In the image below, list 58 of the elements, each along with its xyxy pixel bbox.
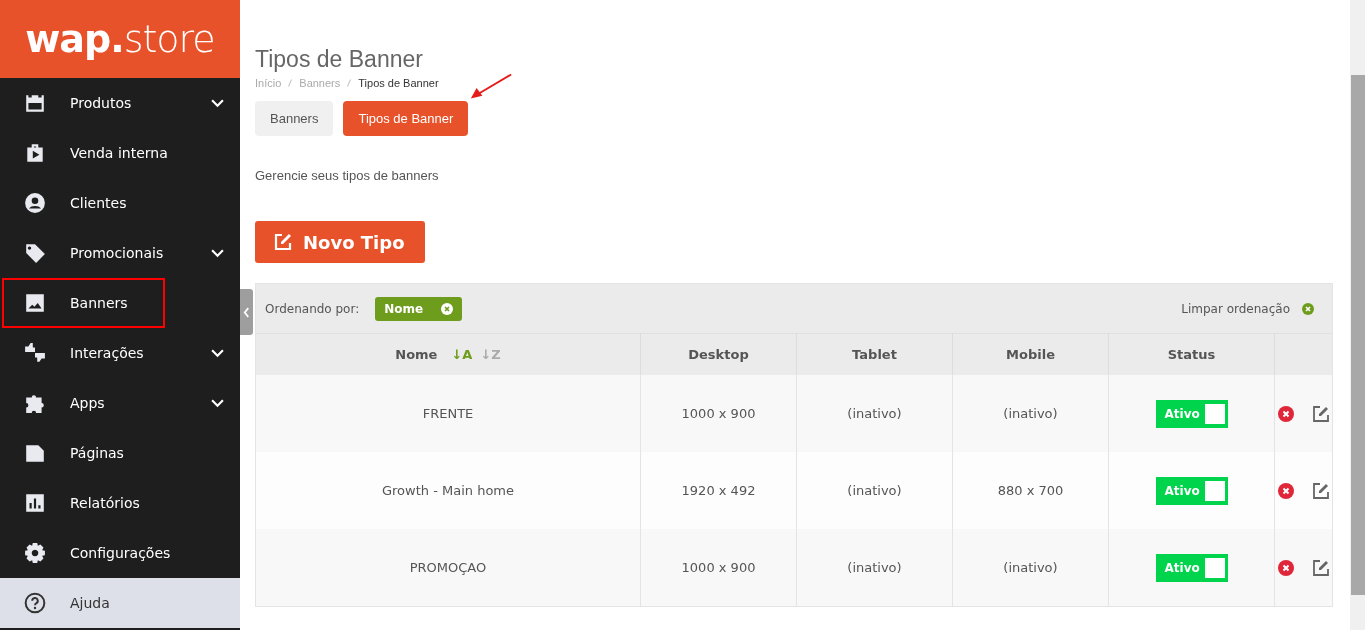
sidebar-item[interactable]: Promocionais [0, 228, 240, 278]
sort-label: Ordenando por: [265, 301, 360, 316]
clear-sort-link[interactable]: Limpar ordenação [1181, 301, 1290, 316]
sidebar-item[interactable]: Venda interna [0, 128, 240, 178]
chevron-down-icon [211, 248, 224, 258]
tab[interactable]: Tipos de Banner [343, 101, 469, 136]
edit-icon[interactable] [1311, 404, 1330, 423]
chevron-down-icon [211, 348, 224, 358]
user-icon [24, 192, 46, 214]
sidebar-item[interactable]: Páginas [0, 428, 240, 478]
table-cell: (inativo) [952, 529, 1109, 606]
table-cell: (inativo) [796, 529, 953, 606]
sidebar-item[interactable]: Clientes [0, 178, 240, 228]
sidebar-item[interactable]: Produtos [0, 78, 240, 128]
settings-icon [24, 542, 46, 564]
delete-icon[interactable] [1277, 405, 1294, 422]
column-header[interactable]: Tablet [796, 333, 953, 375]
column-header[interactable]: Mobile [952, 333, 1109, 375]
puzzle-icon [24, 392, 46, 414]
page-description: Gerencie seus tipos de banners [255, 168, 440, 183]
breadcrumb-separator [288, 79, 293, 87]
table-cell: 1000 x 900 [640, 529, 797, 606]
breadcrumb-current: Tipos de Banner [358, 77, 439, 89]
page-title: Tipos de Banner [255, 46, 424, 73]
collapse-handle[interactable] [240, 289, 253, 335]
sidebar-item[interactable]: Relatórios [0, 478, 240, 528]
page-icon [24, 442, 46, 464]
image-icon [24, 292, 46, 314]
close-icon[interactable] [1302, 302, 1314, 315]
scrollbar[interactable] [1350, 0, 1365, 630]
chevron-left-icon [243, 306, 250, 318]
edit-icon[interactable] [1311, 558, 1330, 577]
thumbs-icon [24, 342, 46, 364]
new-type-button[interactable]: Novo Tipo [255, 221, 425, 263]
box-icon [24, 92, 46, 114]
chevron-down-icon [211, 398, 224, 408]
chart-icon [24, 492, 46, 514]
delete-icon[interactable] [1277, 559, 1294, 576]
close-icon [441, 302, 454, 315]
tab[interactable]: Banners [255, 101, 334, 136]
chevron-down-icon [211, 98, 224, 108]
logo: wap.store [0, 0, 240, 78]
sidebar-item[interactable]: Configurações [0, 528, 240, 578]
tag-icon [24, 242, 46, 264]
help-icon [24, 592, 46, 614]
bag-icon [24, 142, 46, 164]
sidebar-item[interactable]: Ajuda [0, 578, 240, 628]
column-header[interactable]: Desktop [640, 333, 797, 375]
breadcrumb-separator [347, 79, 352, 87]
delete-icon[interactable] [1277, 482, 1294, 499]
sidebar-item[interactable]: Interações [0, 328, 240, 378]
sort-chip[interactable]: Nome [375, 296, 463, 321]
edit-icon[interactable] [1311, 481, 1330, 500]
column-header[interactable]: Status [1108, 333, 1275, 375]
edit-icon [273, 232, 293, 252]
sidebar-item[interactable]: Banners [2, 278, 165, 328]
sidebar-item[interactable]: Apps [0, 378, 240, 428]
table-cell: PROMOÇAO [256, 529, 641, 606]
